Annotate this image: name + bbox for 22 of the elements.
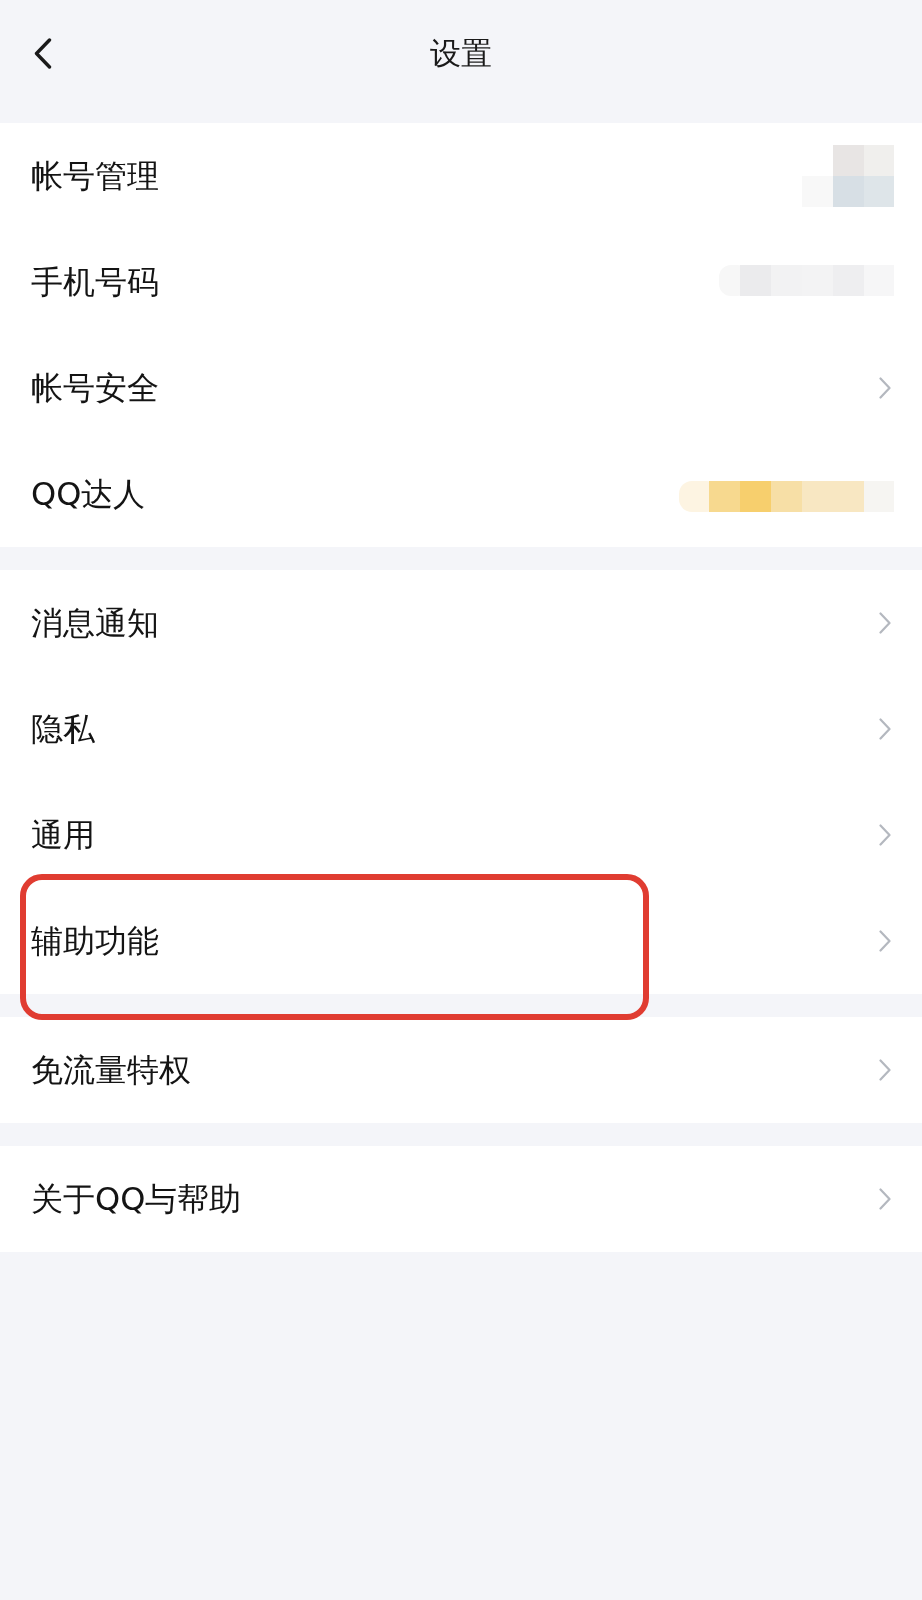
chevron-right-icon xyxy=(879,612,891,634)
settings-item[interactable]: 免流量特权 xyxy=(0,1017,922,1123)
settings-item[interactable]: 帐号管理 xyxy=(0,123,922,229)
chevron-right-icon xyxy=(879,824,891,846)
settings-item[interactable]: 辅助功能 xyxy=(0,888,922,994)
page-title: 设置 xyxy=(430,37,492,69)
chevron-right-icon xyxy=(879,1059,891,1081)
back-button[interactable] xyxy=(34,37,52,69)
back-icon xyxy=(34,37,52,69)
chevron-right-icon xyxy=(879,377,891,399)
settings-item[interactable]: 帐号安全 xyxy=(0,335,922,441)
pixelated-badge-icon xyxy=(679,480,894,512)
settings-item[interactable]: 手机号码 xyxy=(0,229,922,335)
settings-item[interactable]: 关于QQ与帮助 xyxy=(0,1146,922,1252)
settings-item[interactable]: 通用 xyxy=(0,782,922,888)
settings-item[interactable]: 隐私 xyxy=(0,676,922,782)
pixelated-avatar-icon xyxy=(802,145,894,207)
chevron-right-icon xyxy=(879,930,891,952)
chevron-right-icon xyxy=(879,1188,891,1210)
chevron-right-icon xyxy=(879,718,891,740)
settings-item[interactable]: 消息通知 xyxy=(0,570,922,676)
settings-item[interactable]: QQ达人 xyxy=(0,441,922,547)
